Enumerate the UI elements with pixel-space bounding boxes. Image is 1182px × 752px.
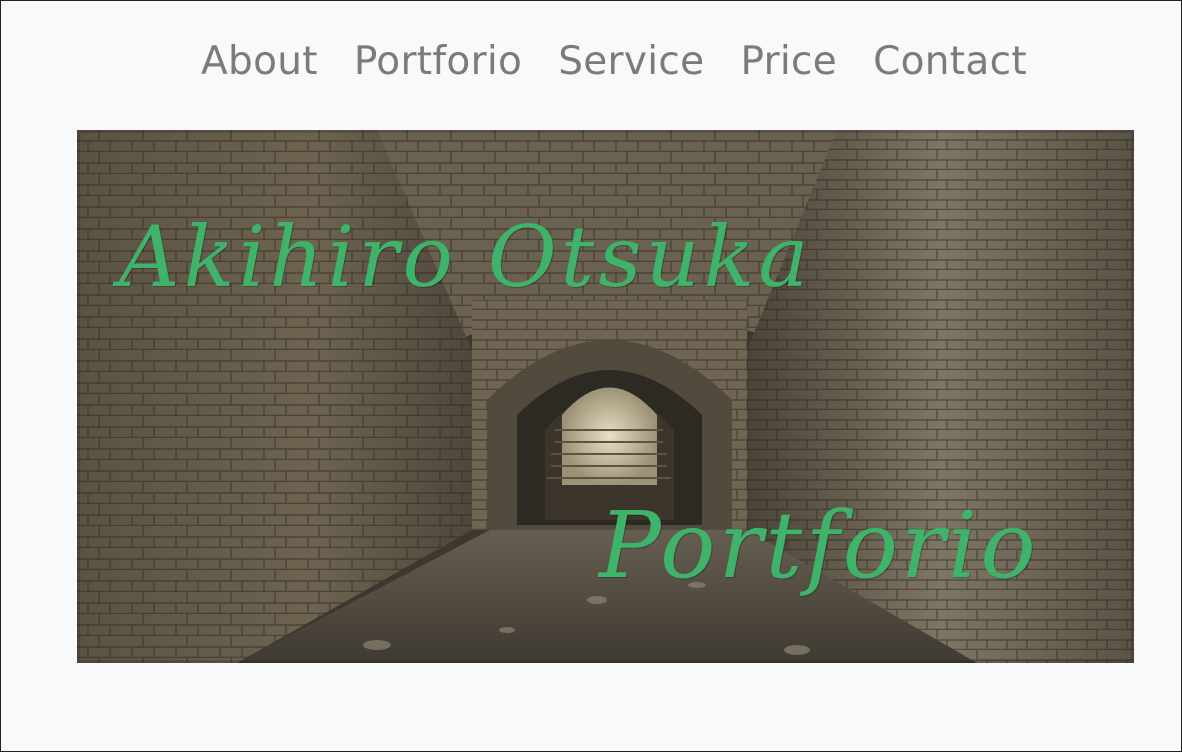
hero-title: Akihiro Otsuka (119, 208, 813, 306)
nav-item-contact[interactable]: Contact (873, 37, 1027, 87)
hero-banner: Akihiro Otsuka Portforio (77, 130, 1134, 663)
page: About Portforio Service Price Contact Ak… (0, 0, 1182, 752)
main-nav: About Portforio Service Price Contact (1, 37, 1181, 87)
hero-subtitle: Portforio (599, 492, 1039, 599)
nav-item-price[interactable]: Price (740, 37, 837, 87)
nav-item-portforio[interactable]: Portforio (354, 37, 522, 87)
nav-item-about[interactable]: About (201, 37, 318, 87)
nav-item-service[interactable]: Service (558, 37, 704, 87)
